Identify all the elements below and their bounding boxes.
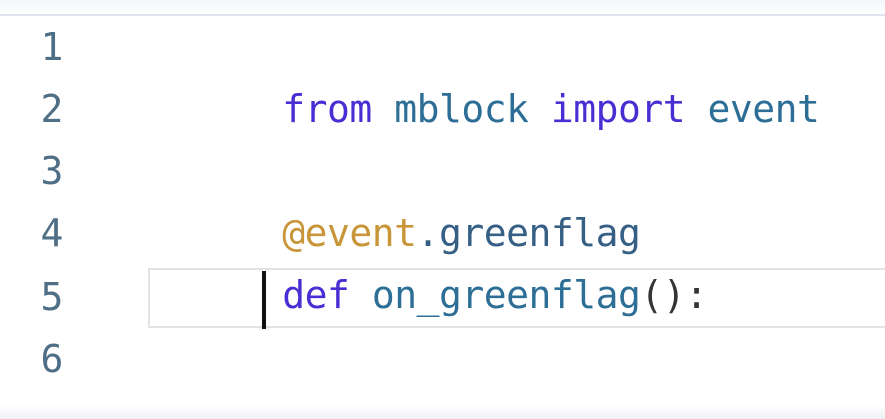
code-line-3[interactable]: 3 @event.greenflag [0, 140, 885, 255]
line-number: 5 [40, 275, 64, 319]
code-line-2[interactable]: 2 [0, 78, 885, 140]
line-number: 1 [40, 25, 64, 69]
code-line-6[interactable]: 6 [0, 328, 885, 390]
editor-bottom-edge [0, 405, 885, 419]
line-number: 6 [40, 337, 64, 381]
line-number: 3 [40, 149, 64, 193]
line-number: 2 [40, 87, 64, 131]
editor-top-border [0, 0, 885, 16]
code-line-1[interactable]: 1 from mblock import event [0, 16, 885, 131]
code-editor[interactable]: 1 from mblock import event 2 3 @event.gr… [0, 0, 885, 419]
code-line-4[interactable]: 4 def on_greenflag(): [0, 202, 885, 317]
line-number: 4 [40, 211, 64, 255]
code-line-5[interactable]: 5 [0, 266, 885, 328]
